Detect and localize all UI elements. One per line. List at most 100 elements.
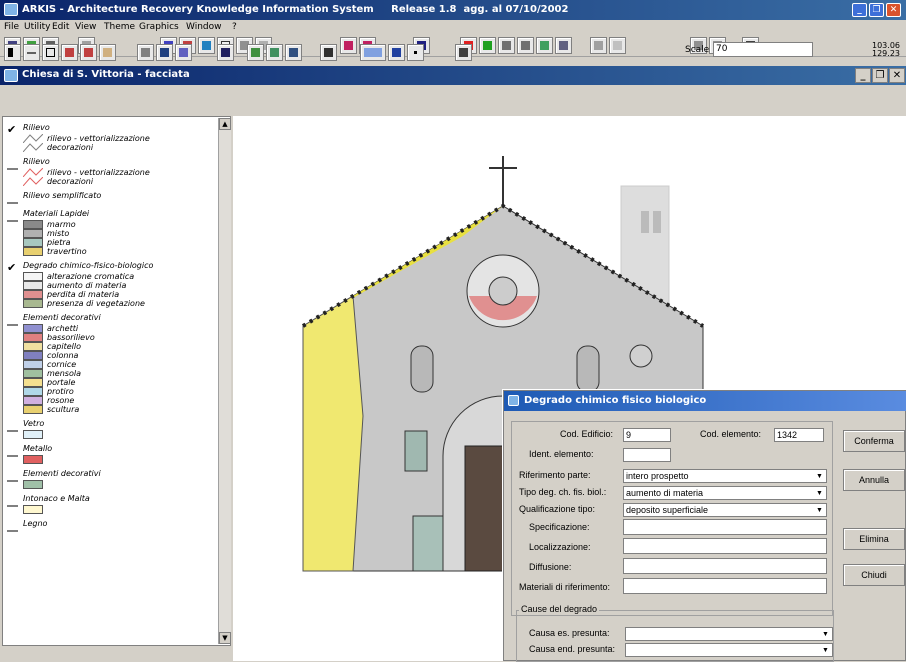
chevron-down-icon: ▼: [816, 507, 823, 514]
chevron-down-icon: ▼: [822, 647, 829, 654]
cod-edificio-field[interactable]: 9: [623, 428, 671, 442]
legend-group-label: Legno: [23, 519, 48, 528]
pointer-icon[interactable]: [4, 44, 21, 61]
legend-group-label: Elementi decorativi: [23, 469, 101, 478]
legend-checkbox[interactable]: ⎽: [7, 419, 18, 433]
menu-edit[interactable]: Edit: [52, 22, 69, 32]
legend-checkbox[interactable]: ⎽: [7, 157, 18, 171]
legend-group-label: Intonaco e Malta: [23, 494, 90, 503]
diffusione-label: Diffusione:: [529, 562, 572, 572]
conferma-button[interactable]: Conferma: [843, 430, 905, 452]
doc-minimize-icon[interactable]: _: [855, 68, 871, 83]
legend-item-label: decorazioni: [47, 143, 94, 152]
pencil-icon[interactable]: [175, 44, 192, 61]
legend-checkbox[interactable]: ⎽: [7, 469, 18, 483]
riferimento-parte-select[interactable]: intero prospetto ▼: [623, 469, 827, 483]
annulla-button[interactable]: Annulla: [843, 469, 905, 491]
legend-checkbox[interactable]: ⎽: [7, 494, 18, 508]
legend-swatch: [23, 387, 43, 396]
minimize-icon[interactable]: _: [852, 3, 867, 17]
close-icon[interactable]: ✕: [886, 3, 901, 17]
legend-scrollbar[interactable]: ▲ ▼: [218, 118, 231, 644]
dialog-title: Degrado chimico fisico biologico: [524, 395, 707, 406]
info2-icon[interactable]: [156, 44, 173, 61]
legend-checkbox[interactable]: ⎽: [7, 444, 18, 458]
dot-icon[interactable]: [407, 44, 424, 61]
chevron-down-icon: ▼: [816, 490, 823, 497]
legend-checkbox[interactable]: ⎽: [7, 313, 18, 327]
link-icon[interactable]: [320, 44, 337, 61]
chiudi-button[interactable]: Chiudi: [843, 564, 905, 586]
legend-checkbox[interactable]: ⎽: [7, 519, 18, 533]
scroll-down-icon[interactable]: ▼: [219, 632, 231, 644]
fill-icon[interactable]: [61, 44, 78, 61]
legend-item-label: scultura: [47, 405, 80, 414]
causa-endogena-select[interactable]: ▼: [625, 643, 833, 657]
legend-swatch: [23, 455, 43, 464]
legend-item-label: travertino: [47, 247, 87, 256]
menu-theme[interactable]: Theme: [104, 22, 135, 32]
menu-utility[interactable]: Utility: [24, 22, 50, 32]
legend-swatch: [23, 220, 43, 229]
qualificazione-select[interactable]: deposito superficiale ▼: [623, 503, 827, 517]
elimina-button[interactable]: Elimina: [843, 528, 905, 550]
legend-group-label: Metallo: [23, 444, 53, 453]
legend-item-label: perdita di materia: [47, 290, 120, 299]
app-title-bar: ARKIS - Architecture Recovery Knowledge …: [0, 0, 906, 20]
legend-checkbox[interactable]: ⎽: [7, 209, 18, 223]
legend-item-label: aumento di materia: [47, 281, 127, 290]
materiali-field[interactable]: [623, 578, 827, 594]
legend-swatch: [23, 272, 43, 281]
menu-window[interactable]: Window: [186, 22, 222, 32]
cod-elemento-label: Cod. elemento:: [700, 429, 762, 439]
legend-group-label: Rilievo: [23, 157, 50, 166]
ident-elemento-field[interactable]: [623, 448, 671, 462]
legend-item-label: cornice: [47, 360, 77, 369]
tipo-degrado-select[interactable]: aumento di materia ▼: [623, 486, 827, 500]
cod-elemento-field[interactable]: 1342: [774, 428, 824, 442]
legend-item-label: capitello: [47, 342, 81, 351]
note-icon[interactable]: [217, 44, 234, 61]
legend-group-label: Materiali Lapidei: [23, 209, 90, 218]
riferimento-parte-label: Riferimento parte:: [519, 470, 591, 480]
legend-item-label: protiro: [47, 387, 74, 396]
dialog-icon: [508, 395, 519, 406]
scale-input[interactable]: 70: [713, 42, 813, 57]
restore-icon[interactable]: ❐: [869, 3, 884, 17]
scroll-up-icon[interactable]: ▲: [219, 118, 231, 130]
menu-view[interactable]: View: [75, 22, 96, 32]
text-tool-icon[interactable]: [388, 44, 405, 61]
legend-swatch: [23, 247, 43, 256]
causa-esogena-select[interactable]: ▼: [625, 627, 833, 641]
legend-swatch: [23, 229, 43, 238]
image3-icon[interactable]: [285, 44, 302, 61]
localizzazione-field[interactable]: [623, 538, 827, 554]
legend-group-label: Rilievo: [23, 123, 50, 132]
menu-graphics[interactable]: Graphics: [139, 22, 179, 32]
fill2-icon[interactable]: [80, 44, 97, 61]
legend-checkbox[interactable]: ✔: [7, 123, 17, 136]
app-icon: [4, 3, 18, 16]
legend-swatch: [23, 290, 43, 299]
building-icon[interactable]: [137, 44, 154, 61]
legend-checkbox[interactable]: ⎽: [7, 191, 18, 205]
doc-restore-icon[interactable]: ❐: [872, 68, 888, 83]
doc-close-icon[interactable]: ✕: [889, 68, 905, 83]
legend-item-label: marmo: [47, 220, 76, 229]
legend-checkbox[interactable]: ✔: [7, 261, 17, 274]
line-icon[interactable]: [23, 44, 40, 61]
cause-label: Cause del degrado: [519, 604, 600, 614]
menu-file[interactable]: File: [4, 22, 19, 32]
rect-icon[interactable]: [42, 44, 59, 61]
diffusione-field[interactable]: [623, 558, 827, 574]
hand-icon[interactable]: [99, 44, 116, 61]
menu-help[interactable]: ?: [232, 22, 237, 32]
legend-swatch: [23, 405, 43, 414]
image2-icon[interactable]: [266, 44, 283, 61]
chart-icon[interactable]: [360, 44, 386, 61]
dialog-title-bar: Degrado chimico fisico biologico: [504, 391, 906, 411]
image-icon[interactable]: [247, 44, 264, 61]
walk-icon[interactable]: [455, 44, 472, 61]
specificazione-field[interactable]: [623, 519, 827, 535]
legend-item-label: rilievo - vettorializzazione: [47, 134, 150, 143]
